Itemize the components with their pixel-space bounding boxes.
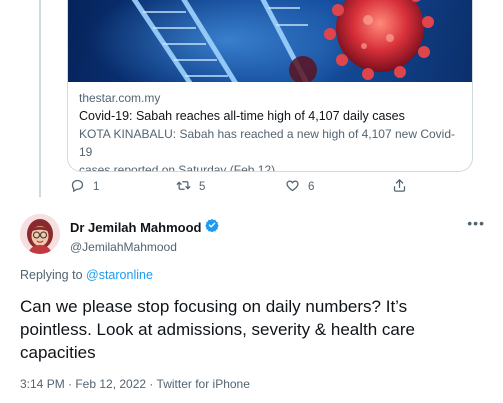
author-display-name[interactable]: Dr Jemilah Mahmood xyxy=(70,220,201,235)
retweet-icon xyxy=(176,178,191,196)
tweet-text: Can we please stop focusing on daily num… xyxy=(20,297,415,362)
card-title: Covid-19: Sabah reaches all-time high of… xyxy=(79,109,405,123)
like-count: 6 xyxy=(308,181,315,193)
avatar[interactable] xyxy=(20,214,60,254)
tweet-author: Dr Jemilah Mahmood @JemilahMahmood xyxy=(20,214,220,254)
retweet-count: 5 xyxy=(199,181,206,193)
link-preview-card[interactable]: thestar.com.my Covid-19: Sabah reaches a… xyxy=(67,0,473,172)
replying-to: Replying to @staronline xyxy=(20,268,153,282)
share-button[interactable] xyxy=(392,178,407,196)
card-description-line: KOTA KINABALU: Sabah has reached a new h… xyxy=(79,127,455,159)
reply-count: 1 xyxy=(93,181,100,193)
like-button[interactable]: 6 xyxy=(285,178,314,196)
heart-icon xyxy=(285,178,300,196)
verified-badge-icon xyxy=(205,218,220,237)
card-description: KOTA KINABALU: Sabah has reached a new h… xyxy=(79,125,461,172)
tweet-action-bar: 1 5 6 xyxy=(67,178,487,198)
tweet-timestamp[interactable]: 3:14 PM · Feb 12, 2022 · Twitter for iPh… xyxy=(20,377,250,391)
author-handle[interactable]: @JemilahMahmood xyxy=(70,240,219,254)
article-image xyxy=(68,0,472,82)
thread-connector-line xyxy=(39,0,41,197)
retweet-button[interactable]: 5 xyxy=(176,178,205,196)
reply-button[interactable]: 1 xyxy=(70,178,99,196)
card-description-line: cases reported on Saturday (Feb 12). xyxy=(79,163,279,172)
share-icon xyxy=(392,178,407,196)
card-domain: thestar.com.my xyxy=(79,91,161,105)
replying-to-mention[interactable]: @staronline xyxy=(86,268,153,282)
replying-prefix: Replying to xyxy=(20,268,87,282)
reply-icon xyxy=(70,178,85,196)
more-options-button[interactable]: ••• xyxy=(467,215,485,231)
